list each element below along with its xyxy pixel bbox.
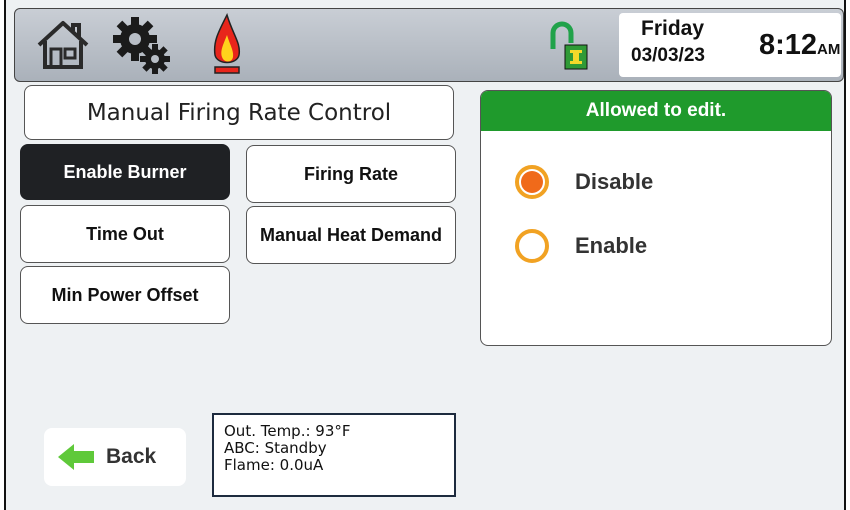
screen: Friday 03/03/23 8:12AM Manual Firing Rat…: [4, 0, 846, 510]
disable-radio[interactable]: [515, 165, 549, 199]
disable-label: Disable: [575, 169, 654, 194]
back-label: Back: [106, 445, 157, 468]
firing-rate-button[interactable]: Firing Rate: [246, 145, 456, 203]
ampm-label: AM: [817, 41, 841, 58]
back-arrow-icon: [56, 442, 96, 472]
min-power-offset-button[interactable]: Min Power Offset: [20, 266, 230, 324]
home-icon[interactable]: [35, 19, 91, 76]
edit-panel: Allowed to edit. Disable Enable: [480, 90, 832, 346]
day-label: Friday: [641, 17, 705, 40]
disable-option[interactable]: Disable: [515, 165, 653, 199]
outdoor-temp: Out. Temp.: 93°F: [224, 422, 351, 440]
top-bar: Friday 03/03/23 8:12AM: [14, 8, 844, 82]
date-label: 03/03/23: [631, 45, 705, 66]
enable-label: Enable: [575, 233, 648, 258]
enable-radio[interactable]: [515, 229, 549, 263]
enable-option[interactable]: Enable: [515, 229, 647, 263]
back-button[interactable]: Back: [44, 428, 186, 486]
radio-selected-dot: [521, 171, 543, 193]
date-time-display: Friday 03/03/23 8:12AM: [619, 13, 841, 77]
clock: 8:12AM: [759, 29, 840, 62]
page-title: Manual Firing Rate Control: [24, 85, 454, 140]
abc-status: ABC: Standby: [224, 439, 327, 457]
flame-icon[interactable]: [211, 12, 243, 82]
connection-status-icon: [545, 19, 589, 78]
enable-burner-button[interactable]: Enable Burner: [20, 144, 230, 200]
panel-header: Allowed to edit.: [481, 91, 831, 131]
gear-icon[interactable]: [111, 15, 173, 80]
flame-signal: Flame: 0.0uA: [224, 456, 324, 474]
manual-heat-demand-button[interactable]: Manual Heat Demand: [246, 206, 456, 264]
status-display: Out. Temp.: 93°F ABC: Standby Flame: 0.0…: [212, 413, 456, 497]
time-out-button[interactable]: Time Out: [20, 205, 230, 263]
time-label: 8:12: [759, 29, 818, 61]
